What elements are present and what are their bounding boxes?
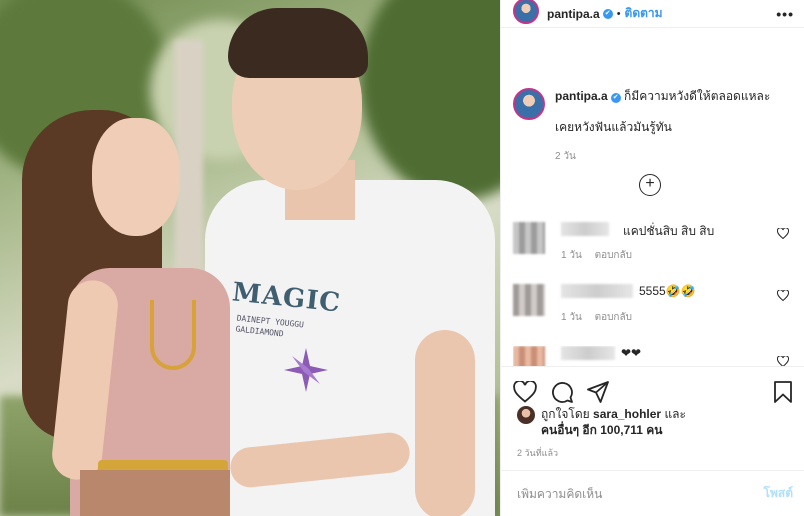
- heart-icon[interactable]: [777, 290, 789, 301]
- liker-username[interactable]: sara_hohler: [593, 407, 661, 421]
- verified-badge-icon: ✔: [610, 93, 621, 103]
- add-comment-bar: โพสต์: [501, 470, 804, 516]
- post-header: pantipa.a ✔ • ติดตาม •••: [501, 0, 804, 28]
- heart-icon[interactable]: [777, 356, 789, 366]
- reply-button[interactable]: ตอบกลับ: [595, 250, 632, 261]
- comment-username-blurred[interactable]: [561, 284, 633, 298]
- likes-prefix: ถูกใจโดย: [541, 407, 590, 421]
- comment-username-blurred[interactable]: [561, 346, 615, 360]
- action-bar: [501, 366, 804, 406]
- follow-button[interactable]: ติดตาม: [625, 4, 663, 23]
- profile-avatar[interactable]: [513, 0, 539, 24]
- verified-badge-icon: ✔: [602, 8, 613, 19]
- caption-text: ก็มีความหวังดีให้ตลอดแหละ: [624, 89, 771, 103]
- woman-skirt: [80, 470, 230, 516]
- comment-time[interactable]: 1 วัน: [561, 312, 582, 323]
- shirt-star-graphic: [284, 348, 328, 392]
- header-username[interactable]: pantipa.a: [547, 7, 600, 21]
- comment-username-blurred[interactable]: [561, 222, 609, 236]
- likes-and: และ: [664, 407, 686, 421]
- post-comment-button[interactable]: โพสต์: [764, 484, 793, 503]
- comment-meta: 1 วัน ตอบกลับ: [561, 248, 642, 263]
- comment-time[interactable]: 1 วัน: [561, 250, 582, 261]
- liker-avatar[interactable]: [517, 406, 535, 424]
- comment-item: แคปชั่นสิบ สิบ สิบ 1 วัน ตอบกลับ: [513, 222, 795, 266]
- share-paper-plane-icon[interactable]: [587, 380, 609, 403]
- background-foliage: [360, 0, 500, 200]
- comment-item: 5555🤣🤣 1 วัน ตอบกลับ: [513, 284, 795, 328]
- likes-count-link[interactable]: คนอื่นๆ อีก 100,711 คน: [541, 423, 663, 437]
- comment-text: 5555🤣🤣: [639, 284, 696, 298]
- woman-face: [92, 118, 180, 236]
- man-arm: [415, 330, 475, 516]
- load-more-comments-icon[interactable]: +: [639, 174, 661, 196]
- caption-avatar[interactable]: [513, 88, 545, 120]
- separator-dot: •: [616, 7, 621, 20]
- woman-necklace: [150, 300, 196, 370]
- reply-button[interactable]: ตอบกลับ: [595, 312, 632, 323]
- comment-avatar[interactable]: [513, 346, 545, 366]
- caption-time[interactable]: 2 วัน: [555, 148, 770, 165]
- man-hair: [228, 8, 368, 78]
- more-options-icon[interactable]: •••: [776, 6, 794, 22]
- likes-summary: ถูกใจโดย sara_hohler และ คนอื่นๆ อีก 100…: [517, 406, 686, 438]
- post-side-panel: pantipa.a ✔ • ติดตาม ••• pantipa.a ✔ ก็มี…: [500, 0, 804, 516]
- caption-body: pantipa.a ✔ ก็มีความหวังดีให้ตลอดแหละ เคย…: [555, 88, 770, 165]
- post-photo[interactable]: MAGIC DAINEPT YOUGGU GALDIAMOND: [0, 0, 500, 516]
- comment-meta: 1 วัน ตอบกลับ: [561, 310, 642, 325]
- comment-input[interactable]: [517, 486, 764, 501]
- caption-username[interactable]: pantipa.a: [555, 89, 608, 103]
- comment-item: ❤❤: [513, 346, 795, 366]
- post-timestamp[interactable]: 2 วันที่แล้ว: [517, 446, 558, 460]
- like-heart-icon[interactable]: [513, 380, 537, 403]
- heart-icon[interactable]: [777, 228, 789, 239]
- caption-text-line2: เคยหวังฟันแล้วมันรู้ทัน: [555, 120, 672, 134]
- bookmark-icon[interactable]: [773, 380, 793, 403]
- caption: pantipa.a ✔ ก็มีความหวังดีให้ตลอดแหละ เคย…: [501, 28, 804, 165]
- comment-text: แคปชั่นสิบ สิบ สิบ: [623, 224, 715, 238]
- comment-avatar[interactable]: [513, 222, 545, 254]
- comment-bubble-icon[interactable]: [551, 381, 573, 403]
- comment-avatar[interactable]: [513, 284, 545, 316]
- comment-text: ❤❤: [621, 346, 642, 360]
